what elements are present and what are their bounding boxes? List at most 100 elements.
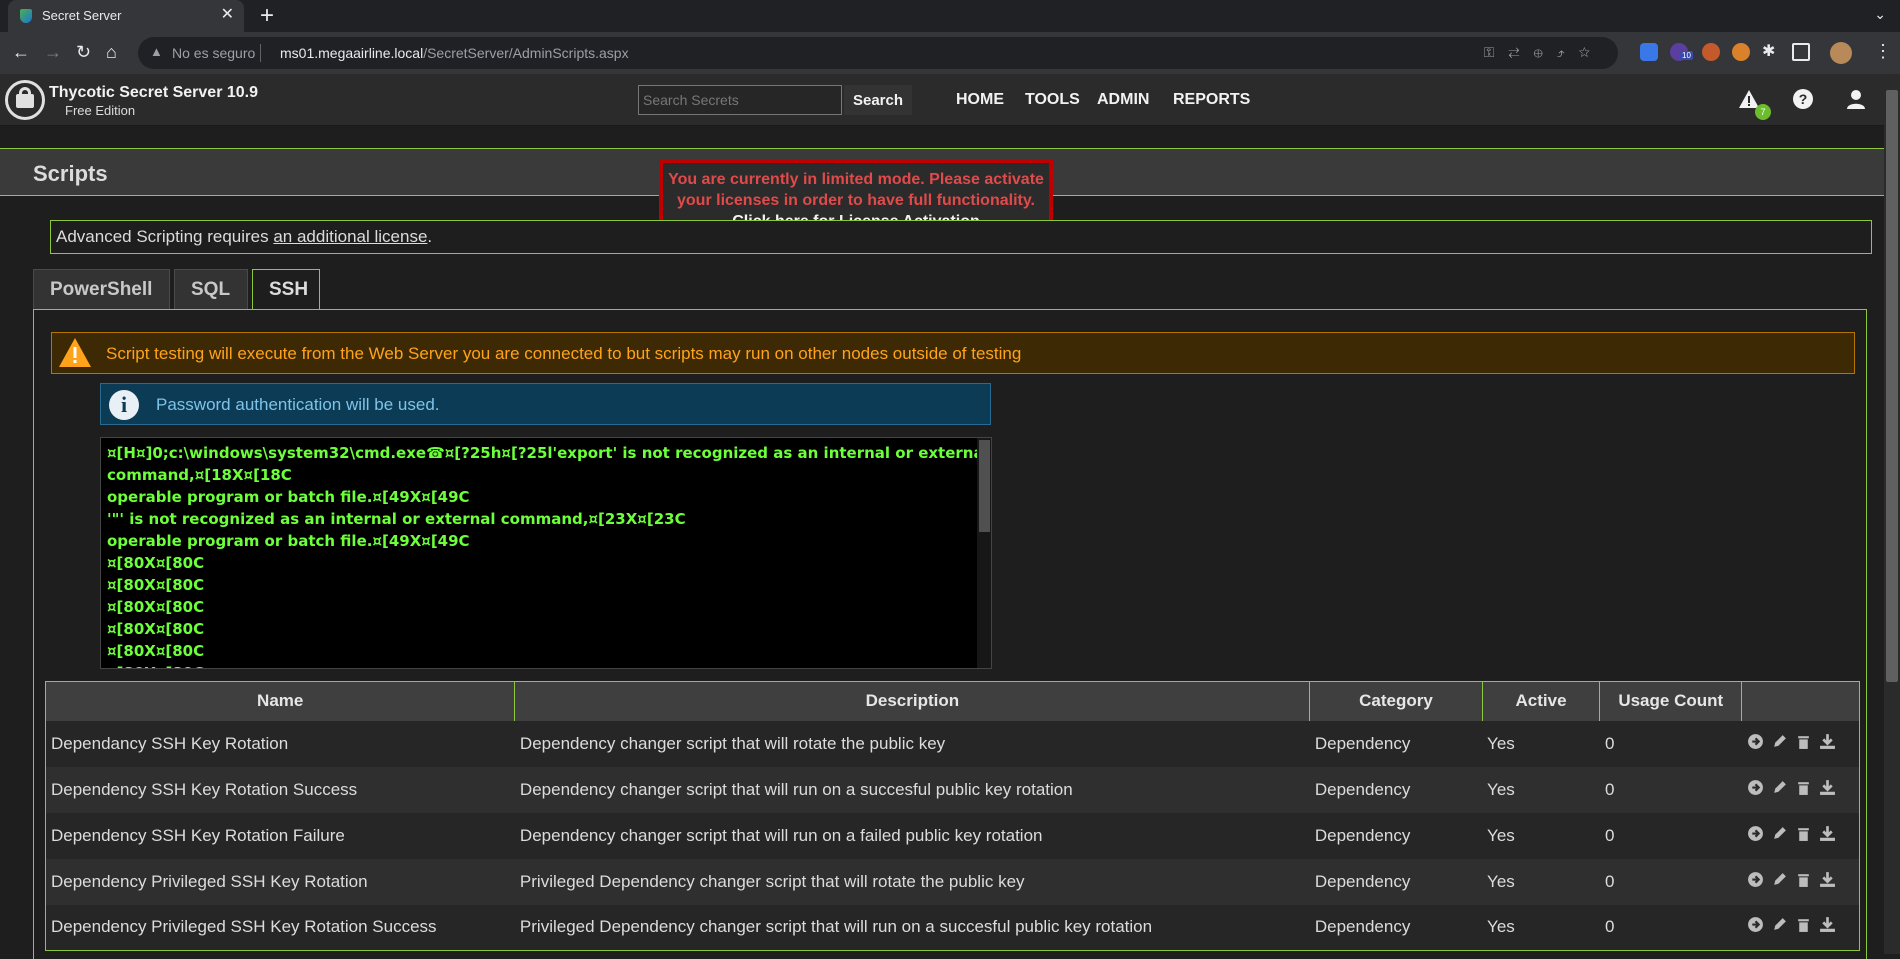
search-secrets-input[interactable] [638, 85, 842, 115]
warning-triangle-icon[interactable]: ▲ [150, 44, 163, 59]
key-icon[interactable]: ⚿ [1484, 44, 1509, 60]
ssh-output-console[interactable]: ¤[H¤]0;c:\windows\system32\cmd.exe☎¤[?25… [100, 437, 992, 669]
run-arrow-icon[interactable] [1747, 916, 1764, 938]
delete-trash-icon[interactable] [1795, 779, 1812, 801]
nav-tools[interactable]: TOOLS [1025, 91, 1080, 109]
new-tab-button[interactable]: + [260, 3, 274, 29]
profile-avatar[interactable] [1830, 42, 1852, 64]
additional-license-link[interactable]: an additional license [273, 227, 427, 246]
secret-server-favicon-icon [20, 9, 32, 23]
home-icon[interactable]: ⌂ [106, 42, 117, 62]
table-row[interactable]: Dependency SSH Key Rotation Failure Depen… [45, 812, 1860, 859]
translate-extension-icon[interactable] [1640, 43, 1658, 61]
tab-powershell[interactable]: PowerShell [33, 269, 170, 309]
info-text: Password authentication will be used. [156, 395, 440, 414]
url-host: ms01.megaairline.local [280, 45, 424, 61]
row-action-icons [1747, 733, 1859, 755]
nav-admin[interactable]: ADMIN [1097, 91, 1149, 109]
address-bar[interactable]: ▲ No es seguro ms01.megaairline.local/Se… [138, 37, 1618, 69]
browser-toolbar: ← → ↻ ⌂ ▲ No es seguro ms01.megaairline.… [0, 32, 1900, 74]
browser-tabstrip: Secret Server ✕ + ⌄ [0, 0, 1900, 32]
cell-category: Dependency [1309, 904, 1483, 951]
cell-category: Dependency [1309, 720, 1483, 767]
table-row[interactable]: Dependency SSH Key Rotation Success Depen… [45, 766, 1860, 813]
delete-trash-icon[interactable] [1795, 871, 1812, 893]
app-title[interactable]: Thycotic Secret Server 10.9 [49, 84, 258, 102]
column-header-active[interactable]: Active [1482, 681, 1601, 721]
tab-sql[interactable]: SQL [174, 269, 248, 309]
cell-usage: 0 [1599, 858, 1742, 905]
browser-menu-icon[interactable]: ⋮ [1874, 41, 1892, 62]
edit-pencil-icon[interactable] [1771, 916, 1788, 938]
logo-lock-icon[interactable] [5, 80, 45, 120]
password-auth-info-banner: i Password authentication will be used. [100, 383, 991, 425]
address-bar-actions: ⚿⇄⊕⤴☆ [1484, 44, 1604, 61]
address-url[interactable]: ms01.megaairline.local/SecretServer/Admi… [280, 45, 629, 61]
download-icon[interactable] [1819, 825, 1836, 847]
run-arrow-icon[interactable] [1747, 733, 1764, 755]
close-tab-icon[interactable]: ✕ [221, 6, 234, 24]
tab-search-chevron-icon[interactable]: ⌄ [1874, 6, 1886, 23]
table-row[interactable]: Dependancy SSH Key Rotation Dependency ch… [45, 720, 1860, 767]
console-line: ¤[80X¤[80C [107, 576, 205, 594]
page-scrollbar-thumb[interactable] [1886, 90, 1898, 682]
block-extension-icon[interactable] [1732, 43, 1750, 61]
edit-pencil-icon[interactable] [1771, 779, 1788, 801]
delete-trash-icon[interactable] [1795, 825, 1812, 847]
cell-category: Dependency [1309, 812, 1483, 859]
help-icon[interactable]: ? [1792, 88, 1814, 110]
share-icon[interactable]: ⤴ [1557, 44, 1579, 60]
cell-name: Dependancy SSH Key Rotation [45, 720, 515, 767]
warning-triangle-icon [59, 338, 91, 367]
download-icon[interactable] [1819, 916, 1836, 938]
table-row[interactable]: Dependency Privileged SSH Key Rotation S… [45, 904, 1860, 951]
url-path: /SecretServer/AdminScripts.aspx [423, 45, 629, 61]
table-row[interactable]: Dependency Privileged SSH Key Rotation Pr… [45, 858, 1860, 905]
tab-ssh[interactable]: SSH [252, 269, 320, 310]
cookie-extension-icon[interactable] [1702, 43, 1720, 61]
nav-home[interactable]: HOME [956, 91, 1004, 109]
insecure-label[interactable]: No es seguro [172, 45, 255, 61]
bookmark-star-icon[interactable]: ☆ [1579, 44, 1604, 60]
browser-tab[interactable]: Secret Server ✕ [8, 0, 244, 32]
console-line: ¤[80X¤[80C [107, 662, 967, 668]
search-button[interactable]: Search [844, 85, 912, 115]
console-line: '"' is not recognized as an internal or … [107, 510, 686, 528]
scripts-table-body: Dependancy SSH Key Rotation Dependency ch… [45, 720, 1860, 951]
console-line: ¤[80X¤[80C [107, 620, 205, 638]
license-notice-prefix: Advanced Scripting requires [56, 227, 274, 246]
console-lines: ¤[H¤]0;c:\windows\system32\cmd.exe☎¤[?25… [107, 442, 989, 668]
cell-actions [1741, 720, 1860, 767]
extension-count-badge: 10 [1680, 51, 1693, 60]
cell-usage: 0 [1599, 812, 1742, 859]
translate-icon[interactable]: ⇄ [1508, 44, 1533, 60]
column-header-usage-count[interactable]: Usage Count [1599, 681, 1743, 721]
forward-arrow-icon[interactable]: → [44, 42, 62, 62]
edit-pencil-icon[interactable] [1771, 871, 1788, 893]
run-arrow-icon[interactable] [1747, 825, 1764, 847]
download-icon[interactable] [1819, 871, 1836, 893]
delete-trash-icon[interactable] [1795, 916, 1812, 938]
lock-body [16, 94, 34, 108]
column-header-category[interactable]: Category [1309, 681, 1483, 721]
edit-pencil-icon[interactable] [1771, 825, 1788, 847]
download-icon[interactable] [1819, 733, 1836, 755]
run-arrow-icon[interactable] [1747, 779, 1764, 801]
info-icon: i [109, 390, 139, 420]
reload-icon[interactable]: ↻ [76, 42, 91, 62]
cell-actions [1741, 766, 1860, 813]
puzzle-extensions-icon[interactable]: ✱ [1762, 43, 1780, 61]
zoom-icon[interactable]: ⊕ [1534, 44, 1557, 60]
nav-reports[interactable]: REPORTS [1173, 91, 1250, 109]
cell-name: Dependency SSH Key Rotation Failure [45, 812, 515, 859]
column-header-description[interactable]: Description [514, 681, 1311, 721]
column-header-name[interactable]: Name [45, 681, 516, 721]
side-panel-icon[interactable] [1792, 43, 1810, 61]
run-arrow-icon[interactable] [1747, 871, 1764, 893]
console-scrollbar-thumb[interactable] [979, 440, 990, 532]
edit-pencil-icon[interactable] [1771, 733, 1788, 755]
delete-trash-icon[interactable] [1795, 733, 1812, 755]
back-arrow-icon[interactable]: ← [12, 42, 30, 62]
user-icon[interactable] [1845, 88, 1867, 110]
download-icon[interactable] [1819, 779, 1836, 801]
